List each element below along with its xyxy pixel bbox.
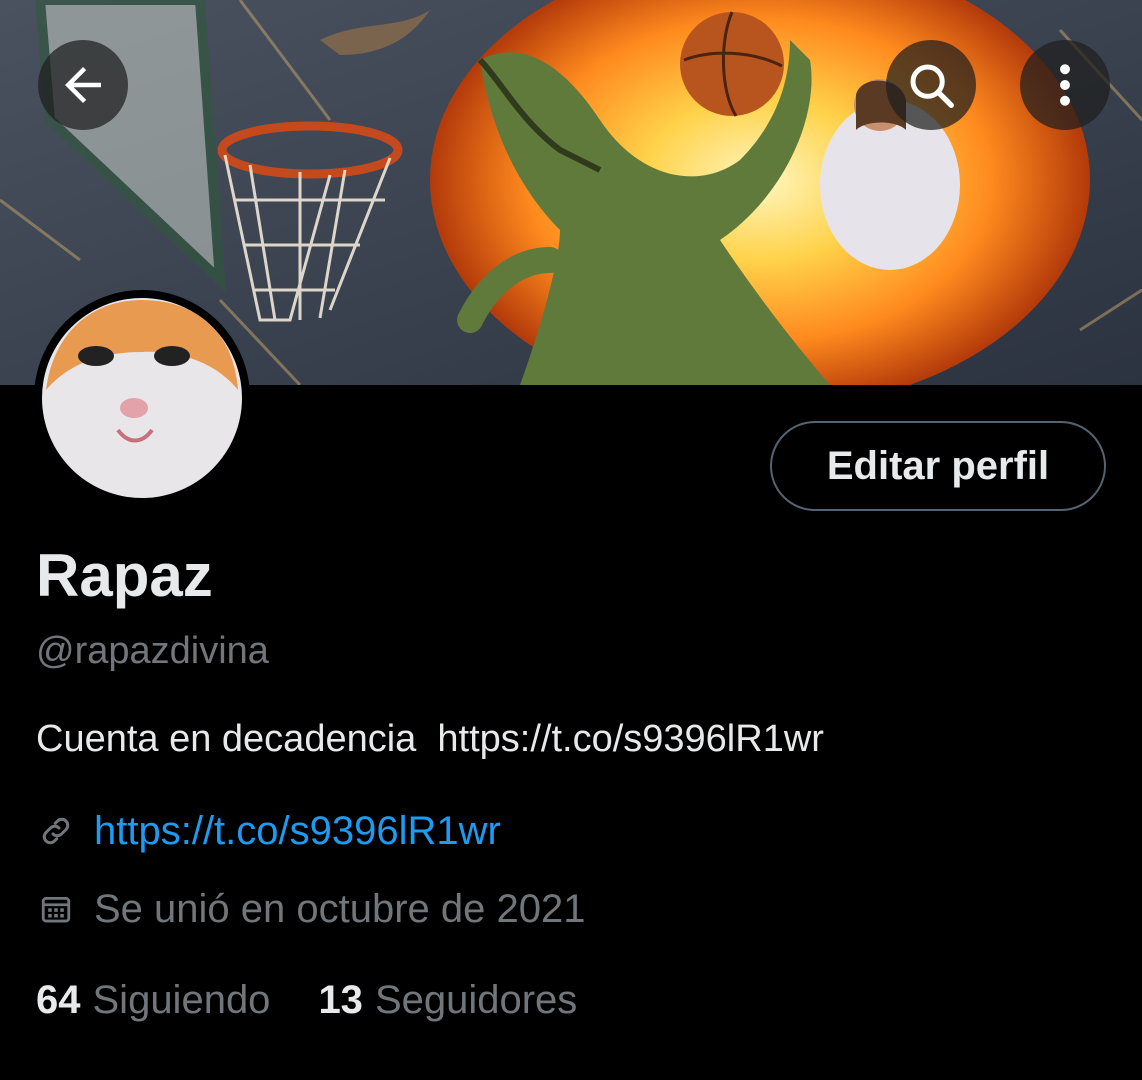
avatar-image (42, 298, 242, 498)
profile-link-row: https://t.co/s9396lR1wr (36, 806, 501, 856)
edit-profile-label: Editar perfil (826, 443, 1050, 488)
profile-handle: @rapazdivina (36, 630, 269, 672)
following-label: Siguiendo (92, 978, 271, 1022)
profile-joined-date: Se unió en octubre de 2021 (94, 887, 586, 931)
back-button[interactable] (38, 40, 128, 130)
avatar[interactable] (34, 290, 250, 506)
profile-name: Rapaz (36, 542, 213, 609)
followers-stat[interactable]: 13 Seguidores (318, 974, 577, 1026)
profile-stats: 64 Siguiendo 13 Seguidores (36, 974, 577, 1026)
link-icon (36, 811, 76, 851)
following-stat[interactable]: 64 Siguiendo (36, 974, 270, 1026)
search-button[interactable] (886, 40, 976, 130)
profile-joined-row: Se unió en octubre de 2021 (36, 884, 586, 934)
followers-label: Seguidores (374, 978, 578, 1022)
profile-bio: Cuenta en decadencia https://t.co/s9396l… (36, 718, 824, 760)
following-count: 64 (36, 978, 81, 1022)
more-options-button[interactable] (1020, 40, 1110, 130)
calendar-icon (36, 889, 76, 929)
followers-count: 13 (318, 978, 363, 1022)
edit-profile-button[interactable]: Editar perfil (770, 421, 1106, 511)
search-icon (910, 64, 954, 108)
profile-website-link[interactable]: https://t.co/s9396lR1wr (94, 806, 501, 856)
arrow-left-icon (65, 67, 101, 103)
more-vertical-icon (1060, 64, 1070, 106)
